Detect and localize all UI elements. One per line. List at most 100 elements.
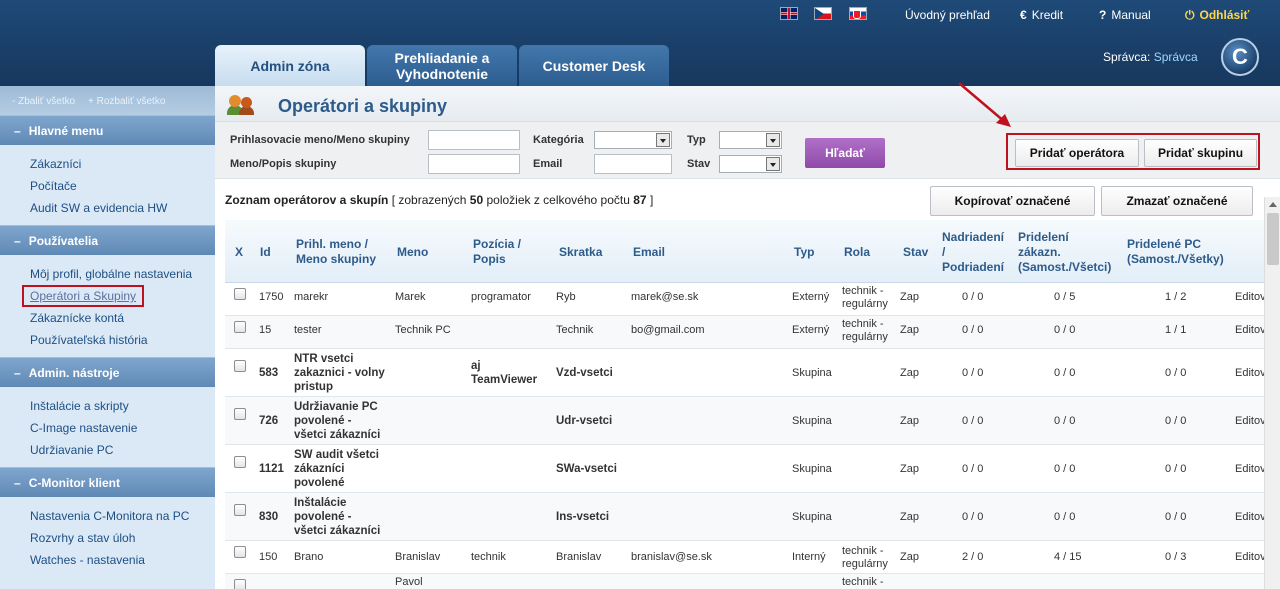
table-row[interactable]: 1121 SW audit všetci zákazníci povolené SWa-… [225, 445, 1265, 493]
sidebar-item-c-image[interactable]: C-Image nastavenie [30, 417, 215, 439]
cell-customers: 4 / 15 [1054, 551, 1082, 563]
cell-type: Skupina [792, 367, 832, 379]
cell-login-line: Udržiavanie PC [294, 401, 378, 413]
row-checkbox[interactable] [234, 504, 246, 516]
copy-selected-button[interactable]: Kopírovať označené [930, 186, 1095, 216]
tab-customer-desk[interactable]: Customer Desk [519, 45, 669, 86]
column-header-parents-line: Podriadení [942, 260, 1005, 274]
column-header-login-line: Prihl. meno / [296, 237, 369, 251]
table-row[interactable]: 583 NTR vsetci zakaznici - volny pristup aj T… [225, 349, 1265, 397]
row-checkbox[interactable] [234, 408, 246, 420]
manual-link[interactable]: ? Manual [1099, 8, 1151, 22]
column-header-position[interactable]: Pozícia / Popis [473, 237, 521, 267]
column-header-parents: Nadriadení / Podriadení [942, 230, 1004, 275]
column-header-id: Id [260, 245, 271, 259]
tab-admin-zone[interactable]: Admin zóna [215, 45, 365, 86]
czech-flag-icon[interactable] [814, 7, 832, 20]
column-header-email[interactable]: Email [633, 245, 665, 260]
edit-link[interactable]: Editovať [1235, 324, 1265, 337]
scrollbar-thumb[interactable] [1267, 213, 1279, 265]
sidebar-section-main-menu[interactable]: Hlavné menu [0, 115, 215, 145]
cell-login: tester [294, 324, 322, 337]
cell-customers: 0 / 0 [1054, 324, 1076, 336]
collapse-all-link[interactable]: - Zbaliť všetko [12, 96, 75, 107]
sidebar-item-user-history[interactable]: Používateľská história [30, 329, 215, 351]
scroll-up-icon[interactable] [1267, 199, 1279, 211]
sidebar-item-sw-audit[interactable]: Audit SW a evidencia HW [30, 197, 215, 219]
sidebar-item-computers[interactable]: Počítače [30, 175, 215, 197]
cell-abbr: Ins-vsetci [556, 511, 610, 523]
edit-link[interactable]: Editovať [1235, 415, 1265, 428]
list-summary: Zoznam operátorov a skupín [ zobrazených… [225, 193, 653, 207]
sidebar-item-pc-maintenance[interactable]: Udržiavanie PC [30, 439, 215, 461]
cell-role-line: technik - [842, 285, 884, 297]
type-select[interactable] [719, 131, 782, 149]
edit-link[interactable]: Editovať [1235, 511, 1265, 524]
cell-name: Technik PC [395, 324, 451, 336]
slovak-flag-icon[interactable] [849, 7, 867, 20]
users-icon [227, 95, 255, 115]
cell-abbr: Udr-vsetci [556, 415, 613, 427]
table-row[interactable]: Pavol technik - [225, 574, 1265, 589]
page-scrollbar[interactable] [1264, 197, 1280, 589]
edit-link[interactable]: Editovať [1235, 367, 1265, 380]
row-checkbox[interactable] [234, 456, 246, 468]
cell-role: technik - regulárny [842, 318, 888, 344]
cell-position: aj TeamViewer [471, 359, 537, 387]
expand-all-link[interactable]: + Rozbaliť všetko [88, 96, 165, 107]
row-checkbox[interactable] [234, 288, 246, 300]
overview-link[interactable]: Úvodný prehľad [905, 8, 990, 22]
email-filter-input[interactable] [594, 154, 672, 174]
row-checkbox[interactable] [234, 360, 246, 372]
state-select[interactable] [719, 155, 782, 173]
tab-review-label: Prehliadanie a Vyhodnotenie [394, 49, 490, 82]
sidebar-section-title: C-Monitor klient [28, 476, 121, 490]
sidebar-item-schedules[interactable]: Rozvrhy a stav úloh [30, 527, 215, 549]
sidebar-item-customers[interactable]: Zákazníci [30, 153, 215, 175]
sidebar-section-c-monitor[interactable]: C-Monitor klient [0, 467, 215, 497]
credit-link[interactable]: € Kredit [1020, 8, 1063, 22]
row-checkbox[interactable] [234, 579, 246, 589]
sidebar-item-operators-groups[interactable]: Operátori a Skupiny [21, 285, 215, 307]
cell-state: Zap [900, 511, 919, 523]
column-header-role[interactable]: Rola [844, 245, 870, 260]
english-flag-icon[interactable] [780, 7, 798, 20]
cell-role-line: technik - [842, 576, 884, 588]
table-row[interactable]: 830 Inštalácie povolené - všetci zákazníci I… [225, 493, 1265, 541]
sidebar-item-installations[interactable]: Inštalácie a skripty [30, 395, 215, 417]
sidebar-item-watches[interactable]: Watches - nastavenia [30, 549, 215, 571]
table-row[interactable]: 726 Udržiavanie PC povolené - všetci zákazn… [225, 397, 1265, 445]
cell-login-line: pristup [294, 381, 333, 393]
row-checkbox[interactable] [234, 321, 246, 333]
add-group-button[interactable]: Pridať skupinu [1144, 139, 1257, 167]
sidebar-item-my-profile[interactable]: Môj profil, globálne nastavenia [30, 263, 215, 285]
edit-link[interactable]: Editovať [1235, 463, 1265, 476]
cell-role-line: technik - [842, 318, 884, 330]
delete-selected-button[interactable]: Zmazať označené [1101, 186, 1253, 216]
column-header-login[interactable]: Prihl. meno / Meno skupiny [296, 237, 376, 267]
table-row[interactable]: 1750 marekr Marek programator Ryb marek@se.sk… [225, 283, 1265, 316]
add-operator-button[interactable]: Pridať operátora [1015, 139, 1139, 167]
table-row[interactable]: 15 tester Technik PC Technik bo@gmail.com Ext… [225, 316, 1265, 349]
sidebar-section-users[interactable]: Používatelia [0, 225, 215, 255]
edit-link[interactable]: Editovať [1235, 291, 1265, 304]
sidebar-item-c-monitor-settings[interactable]: Nastavenia C-Monitora na PC [30, 505, 215, 527]
tab-review[interactable]: Prehliadanie a Vyhodnotenie [367, 45, 517, 86]
login-filter-input[interactable] [428, 130, 520, 150]
table-row[interactable]: 150 Brano Branislav technik Branislav branisl… [225, 541, 1265, 574]
row-checkbox[interactable] [234, 546, 246, 558]
search-button[interactable]: Hľadať [805, 138, 885, 168]
sidebar-section-admin-tools[interactable]: Admin. nástroje [0, 357, 215, 387]
edit-link[interactable]: Editovať [1235, 551, 1265, 564]
logout-link[interactable]: ⏻ Odhlásiť [1185, 8, 1249, 23]
column-header-name[interactable]: Meno [397, 245, 428, 260]
column-header-type[interactable]: Typ [794, 245, 814, 260]
admin-name-link[interactable]: Správca [1154, 50, 1198, 64]
column-header-abbr[interactable]: Skratka [559, 245, 602, 260]
column-header-state[interactable]: Stav [903, 245, 928, 260]
name-filter-input[interactable] [428, 154, 520, 174]
cell-state: Zap [900, 367, 919, 379]
sidebar-item-customer-accounts[interactable]: Zákaznícke kontá [30, 307, 215, 329]
chevron-down-icon [656, 133, 670, 147]
category-select[interactable] [594, 131, 672, 149]
